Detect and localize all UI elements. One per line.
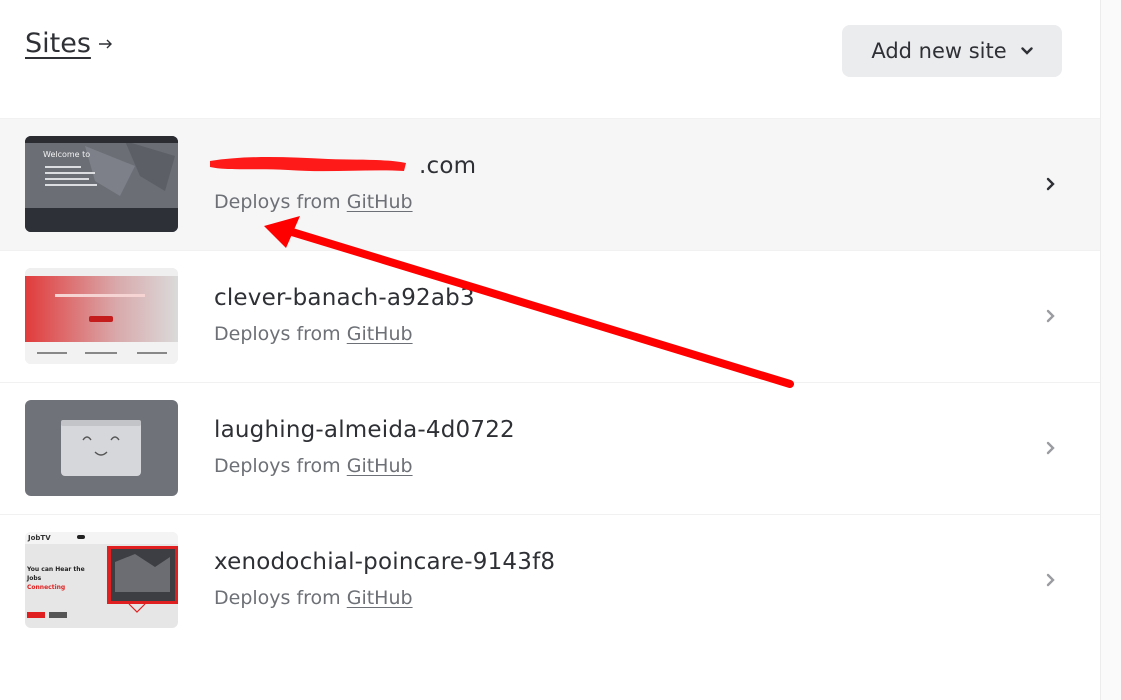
site-name[interactable]: clever-banach-a92ab3 — [214, 285, 475, 311]
page-header: Sites — [25, 28, 113, 59]
deploy-info: Deploys from GitHub — [214, 587, 555, 609]
deploy-prefix: Deploys from — [214, 191, 341, 213]
site-list: Welcome to .com Deploys from GitHub clev… — [0, 118, 1100, 646]
add-new-site-button[interactable]: Add new site — [842, 25, 1062, 77]
site-name[interactable]: laughing-almeida-4d0722 — [214, 417, 515, 443]
deploy-info: Deploys from GitHub — [214, 323, 475, 345]
thumb-line: Jobs — [27, 575, 42, 582]
site-row[interactable]: clever-banach-a92ab3 Deploys from GitHub — [0, 250, 1100, 382]
deploy-info: Deploys from GitHub — [214, 455, 515, 477]
redaction-mark — [210, 157, 406, 172]
thumb-line: You can Hear the — [27, 566, 85, 573]
github-link[interactable]: GitHub — [347, 323, 413, 345]
github-link[interactable]: GitHub — [347, 455, 413, 477]
arrow-right-icon — [98, 39, 112, 48]
deploy-prefix: Deploys from — [214, 323, 341, 345]
site-name[interactable]: xenodochial-poincare-9143f8 — [214, 549, 555, 575]
page-title-link[interactable]: Sites — [25, 28, 91, 59]
site-thumbnail: Welcome to — [25, 136, 178, 232]
site-info: clever-banach-a92ab3 Deploys from GitHub — [214, 285, 475, 345]
thumb-heading: Welcome to — [43, 150, 91, 159]
chevron-down-icon — [1020, 47, 1033, 55]
sites-page: Sites Add new site Welcome to .com Deplo… — [0, 0, 1100, 700]
deploy-prefix: Deploys from — [214, 587, 341, 609]
chevron-right-icon — [1046, 309, 1055, 323]
site-thumbnail — [25, 400, 178, 496]
site-thumbnail — [25, 268, 178, 364]
site-thumbnail: JobTV You can Hear the Jobs Connecting — [25, 532, 178, 628]
site-info: xenodochial-poincare-9143f8 Deploys from… — [214, 549, 555, 609]
chevron-right-icon — [1046, 573, 1055, 587]
github-link[interactable]: GitHub — [347, 191, 413, 213]
chevron-right-icon — [1046, 441, 1055, 455]
chevron-right-icon — [1046, 177, 1055, 191]
github-link[interactable]: GitHub — [347, 587, 413, 609]
site-info: laughing-almeida-4d0722 Deploys from Git… — [214, 417, 515, 477]
scrollbar-track[interactable] — [1100, 0, 1121, 700]
thumb-logo: JobTV — [28, 534, 51, 542]
deploy-prefix: Deploys from — [214, 455, 341, 477]
site-row[interactable]: laughing-almeida-4d0722 Deploys from Git… — [0, 382, 1100, 514]
site-row[interactable]: Welcome to .com Deploys from GitHub — [0, 118, 1100, 250]
add-new-site-label: Add new site — [871, 39, 1007, 63]
thumb-line: Connecting — [27, 584, 66, 591]
site-row[interactable]: JobTV You can Hear the Jobs Connecting x… — [0, 514, 1100, 646]
deploy-info: Deploys from GitHub — [214, 191, 476, 213]
